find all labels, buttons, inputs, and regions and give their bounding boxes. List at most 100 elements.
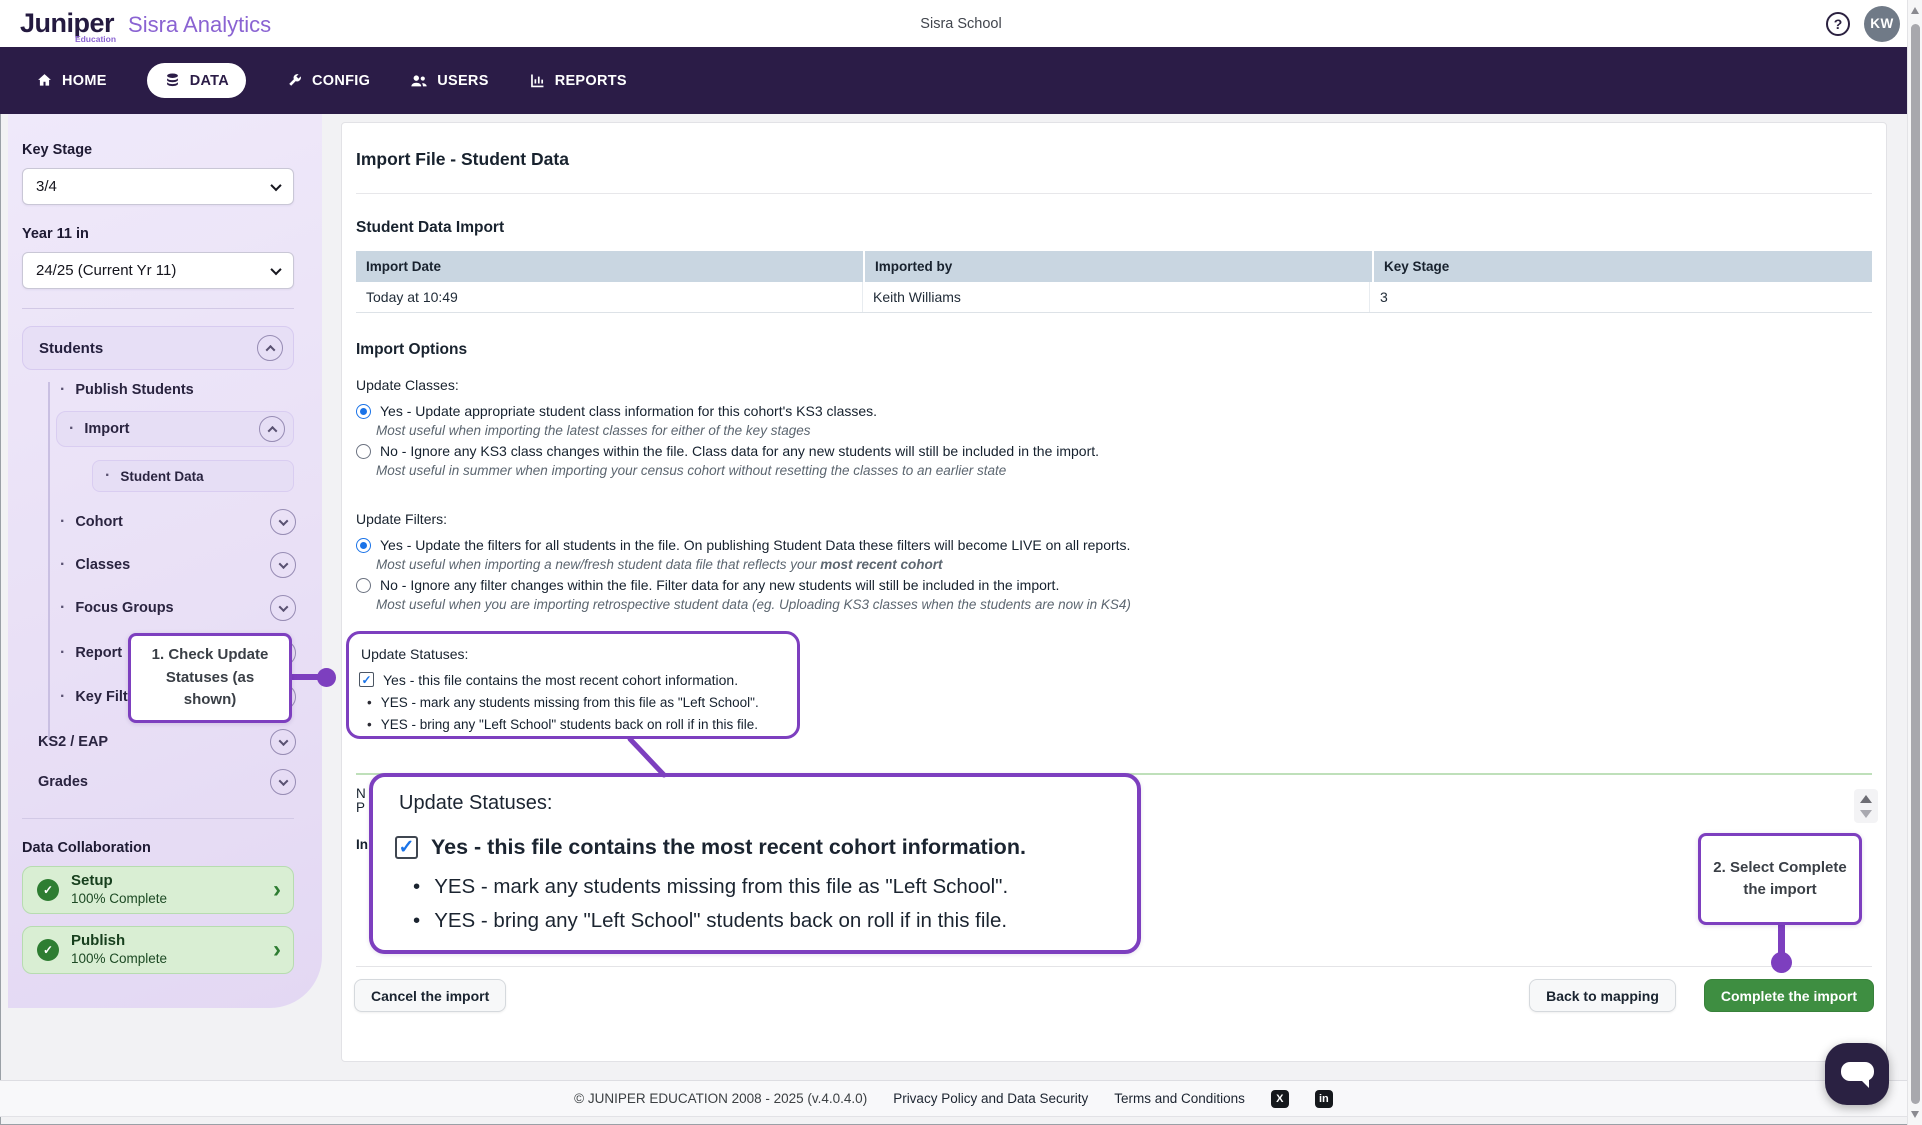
juniper-logo[interactable]: Juniper Education [20,10,114,37]
page-scrollbar[interactable] [1907,0,1922,1125]
setup-progress-card[interactable]: Setup 100% Complete [22,866,294,914]
option-text: No - Ignore any KS3 class changes within… [380,443,1099,459]
back-to-mapping-button[interactable]: Back to mapping [1529,979,1676,1012]
linkedin-icon[interactable]: in [1315,1090,1333,1108]
update-statuses-checkbox-row[interactable]: Yes - this file contains the most recent… [359,672,738,688]
bullet: · [69,421,74,437]
sidebar-section-grades[interactable]: Grades [38,768,296,796]
item-label: Report [75,645,122,661]
x-social-icon[interactable]: X [1271,1090,1289,1108]
cancel-import-button[interactable]: Cancel the import [354,979,506,1012]
nav-tab-reports[interactable]: REPORTS [529,72,627,89]
chevron-down-icon[interactable] [270,769,296,795]
year-select[interactable]: 24/25 (Current Yr 11) [22,252,294,289]
chevron-up-icon[interactable] [257,335,283,361]
section-label: Students [39,340,103,357]
chevron-right-icon [273,938,281,962]
radio-selected-icon[interactable] [356,404,371,419]
option-text: Yes - Update appropriate student class i… [380,403,877,419]
nav-tab-data[interactable]: DATA [147,63,246,98]
update-statuses-label: Update Statuses: [361,646,468,662]
logo-education-label: Education [75,34,116,44]
action-buttons: Back to mapping Complete the import [1529,979,1874,1012]
option-hint: Most useful when importing a new/fresh s… [376,557,943,572]
item-label: Classes [75,557,130,573]
table-heading: Student Data Import [356,219,504,237]
item-label: Publish Students [75,382,193,398]
option-hint: Most useful in summer when importing you… [376,463,1006,478]
col-key-stage: Key Stage [1374,251,1872,282]
nav-tab-config[interactable]: CONFIG [286,72,370,89]
bullet: · [60,514,65,530]
radio-unselected-icon[interactable] [356,444,371,459]
col-import-date: Import Date [356,251,863,282]
sidebar-item-focus-groups[interactable]: ·Focus Groups [60,594,296,622]
item-label: Grades [38,774,88,790]
scroll-spinner[interactable] [1854,789,1878,823]
hidden-text-fragment: P [356,800,365,815]
update-filters-yes-option[interactable]: Yes - Update the filters for all student… [356,537,1130,553]
sidebar: Key Stage 3/4 Year 11 in 24/25 (Current … [8,114,322,1008]
publish-status: 100% Complete [71,951,261,968]
annotation-step2-pointer-dot [1771,952,1792,973]
complete-import-button[interactable]: Complete the import [1704,979,1874,1012]
spinner-up-icon[interactable] [1860,795,1872,803]
option-text: Yes - Update the filters for all student… [380,537,1130,553]
update-classes-yes-option[interactable]: Yes - Update appropriate student class i… [356,403,877,419]
options-heading: Import Options [356,341,467,359]
main-panel: Import File - Student Data Student Data … [341,122,1887,1062]
item-label: Focus Groups [75,600,173,616]
database-icon [164,72,181,89]
item-label: Cohort [75,514,123,530]
tree-guide-line [48,382,50,740]
checkbox-checked-icon[interactable] [359,672,374,687]
chevron-down-icon[interactable] [270,552,296,578]
chevron-down-icon[interactable] [270,729,296,755]
scrollbar-thumb[interactable] [1911,24,1920,1104]
chat-widget-button[interactable] [1825,1043,1889,1105]
item-label: KS2 / EAP [38,734,108,750]
help-icon[interactable]: ? [1826,12,1850,36]
privacy-policy-link[interactable]: Privacy Policy and Data Security [893,1091,1088,1106]
main-nav: HOME DATA CONFIG USERS REPORTS [0,47,1922,114]
item-label: Key Filt [75,689,127,705]
publish-title: Publish [71,932,261,951]
cell-imported-by: Keith Williams [863,282,1370,312]
bullet: · [105,468,110,484]
radio-unselected-icon[interactable] [356,578,371,593]
sidebar-item-student-data[interactable]: · Student Data [92,460,294,492]
terms-link[interactable]: Terms and Conditions [1114,1091,1245,1106]
report-chart-icon [529,72,546,89]
col-imported-by: Imported by [865,251,1372,282]
zoom-bullet-2: YES - bring any "Left School" students b… [413,909,1007,933]
item-label: Student Data [120,469,203,484]
sidebar-item-cohort[interactable]: · Cohort [60,508,296,536]
radio-selected-icon[interactable] [356,538,371,553]
divider [356,193,1872,194]
chevron-down-icon[interactable] [270,595,296,621]
publish-progress-card[interactable]: Publish 100% Complete [22,926,294,974]
chevron-down-icon[interactable] [270,509,296,535]
users-icon [410,72,428,90]
sidebar-section-students[interactable]: Students [22,326,294,370]
nav-label: USERS [437,73,488,89]
key-stage-select[interactable]: 3/4 [22,168,294,205]
table-row: Today at 10:49 Keith Williams 3 [356,282,1872,313]
nav-tab-users[interactable]: USERS [410,72,488,90]
annotation-step1-pointer-dot [317,668,336,687]
update-filters-no-option[interactable]: No - Ignore any filter changes within th… [356,577,1059,593]
sidebar-item-publish-students[interactable]: · Publish Students [60,376,292,404]
chevron-up-icon[interactable] [259,416,285,442]
spinner-down-icon[interactable] [1860,810,1872,818]
scrollbar-up-arrow[interactable] [1911,7,1919,14]
scrollbar-down-arrow[interactable] [1911,1111,1919,1118]
sidebar-section-ks2-eap[interactable]: KS2 / EAP [38,728,296,756]
update-classes-no-option[interactable]: No - Ignore any KS3 class changes within… [356,443,1099,459]
sidebar-item-import[interactable]: ·Import [56,411,294,447]
school-name: Sisra School [920,16,1001,32]
bullet: · [60,382,65,398]
nav-tab-home[interactable]: HOME [36,72,107,89]
avatar[interactable]: KW [1864,6,1900,42]
top-bar: Juniper Education Sisra Analytics Sisra … [0,0,1922,47]
sidebar-item-classes[interactable]: ·Classes [60,551,296,579]
